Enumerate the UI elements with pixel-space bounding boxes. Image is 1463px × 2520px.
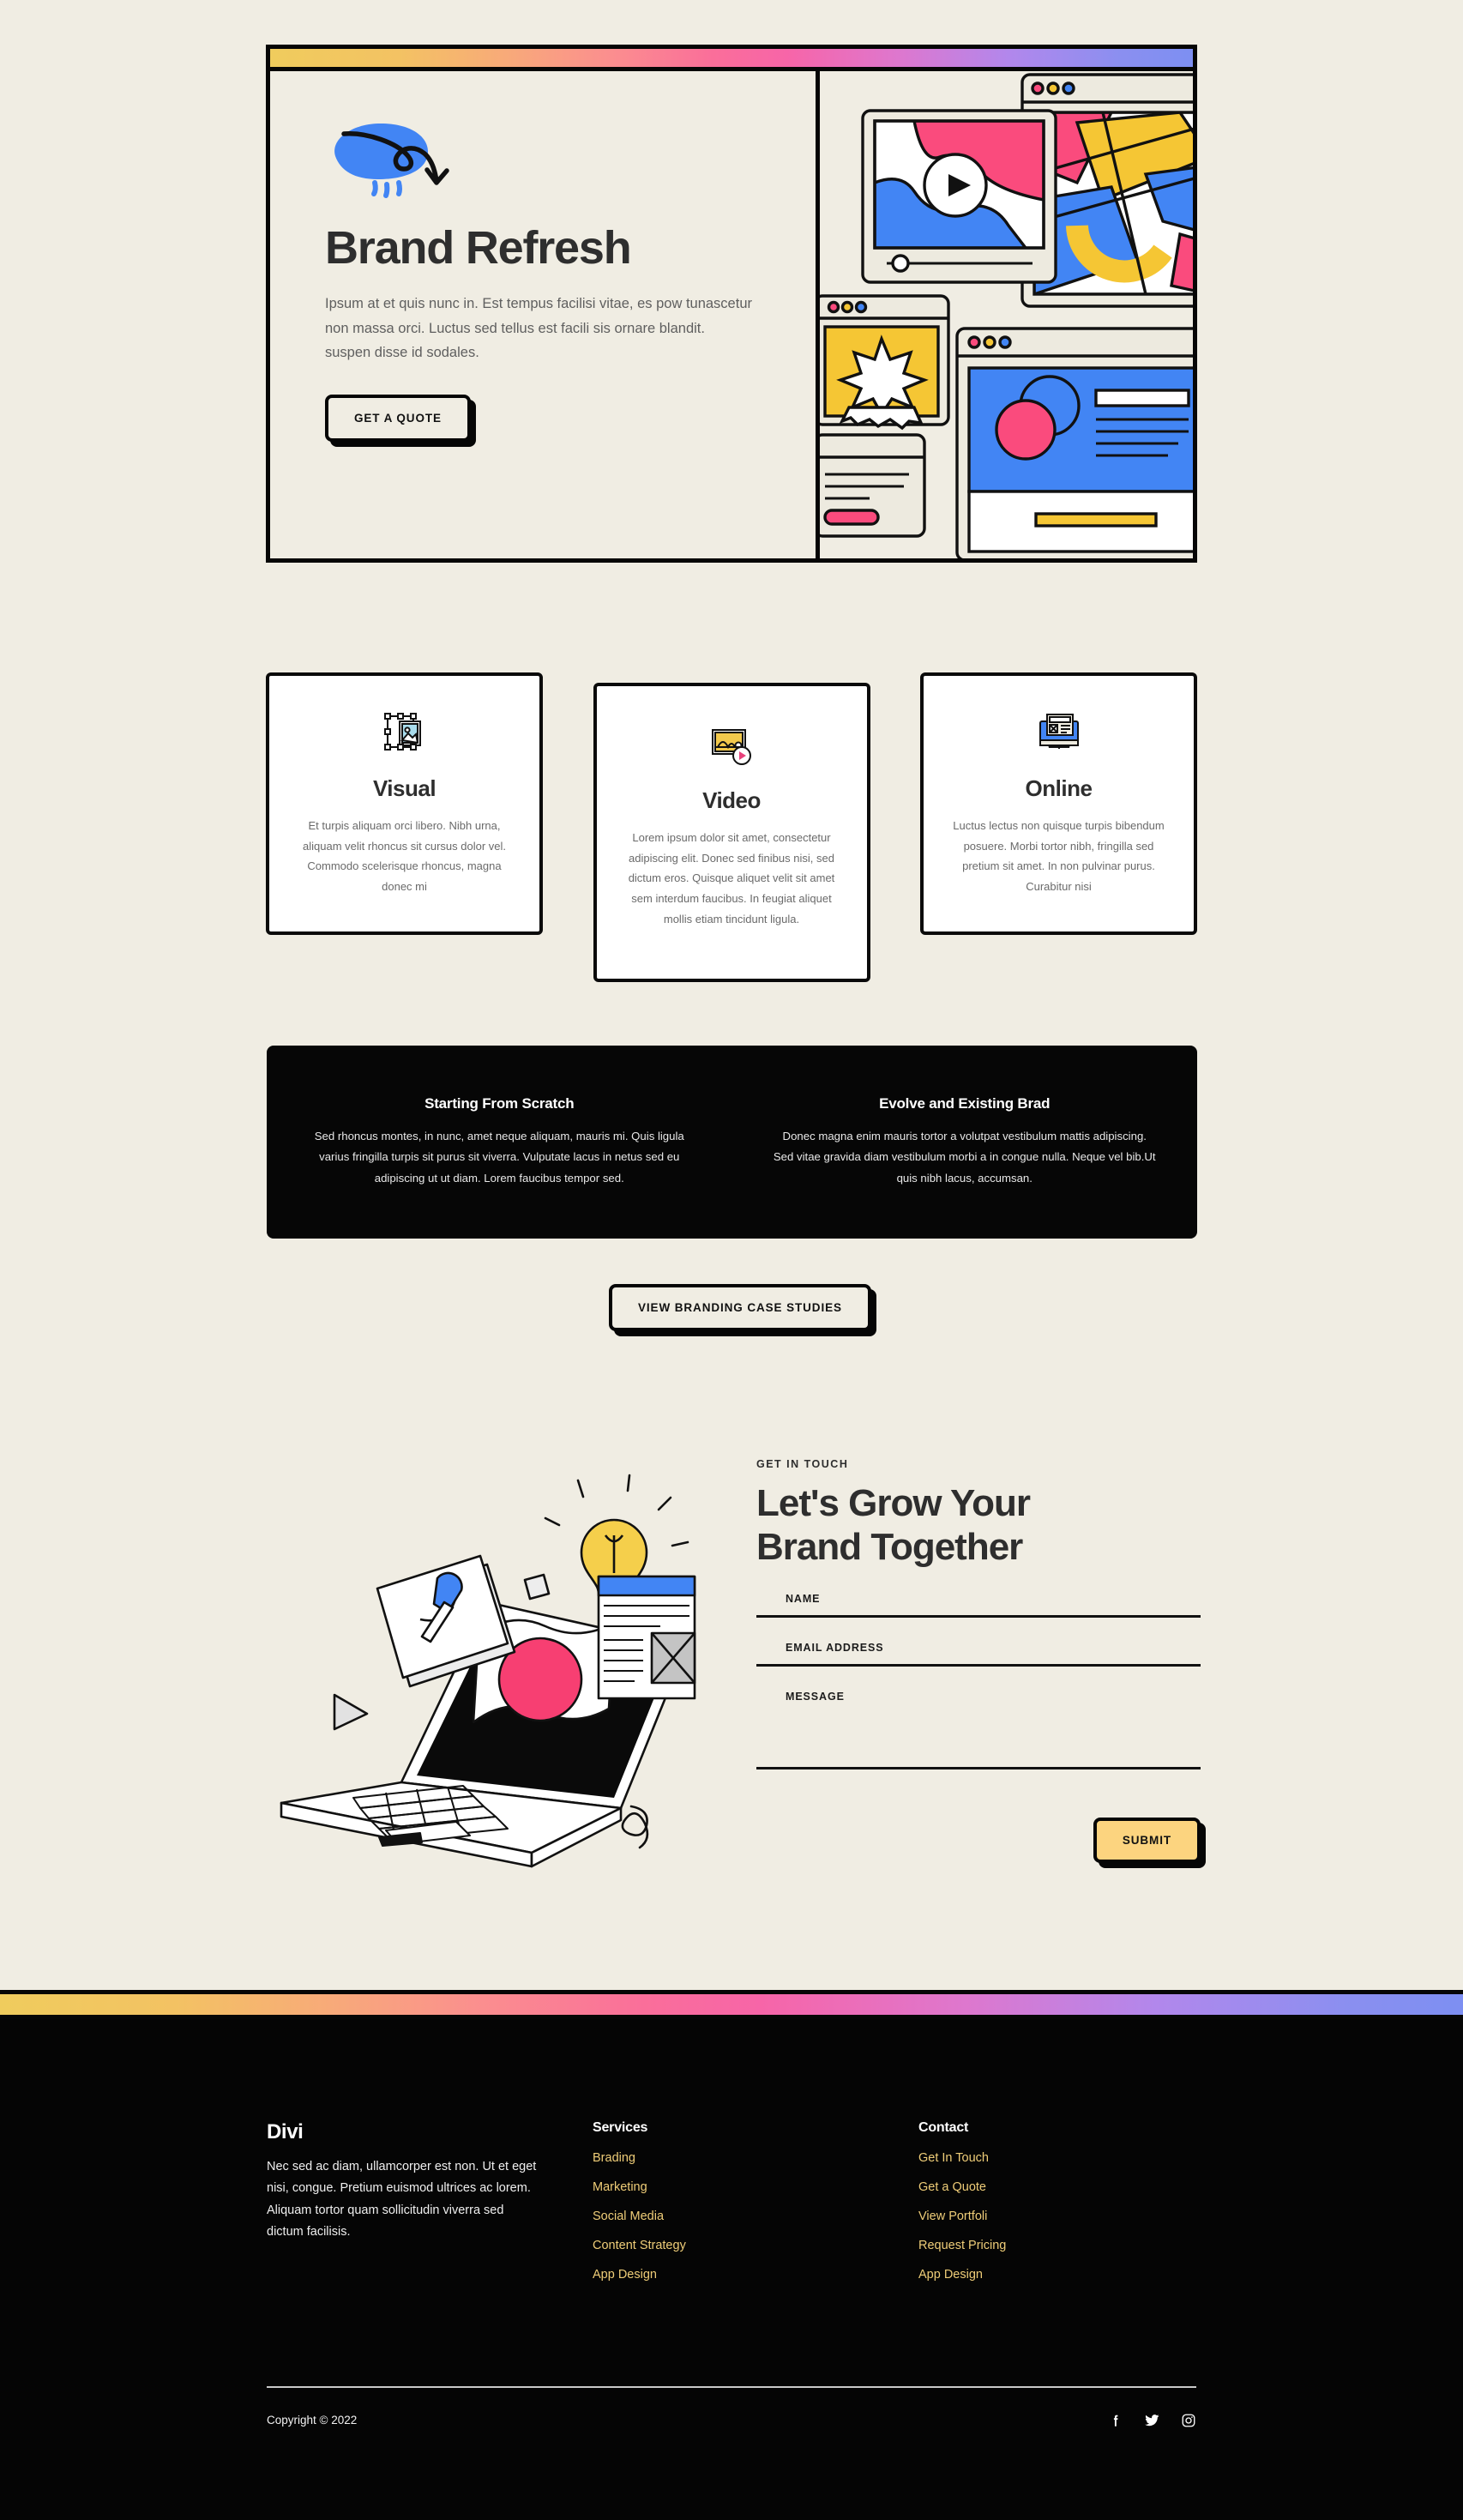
copyright-text: Copyright © 2022 [267,2414,358,2427]
panel-text: Donec magna enim mauris tortor a volutpa… [773,1129,1156,1185]
submit-row: SUBMIT [756,1788,1206,1869]
panel-column-scratch: Starting From Scratch Sed rhoncus montes… [267,1095,732,1189]
feature-card-visual[interactable]: Visual Et turpis aliquam orci libero. Ni… [266,672,543,935]
footer-column-title: Contact [918,2120,969,2135]
panel-column-evolve: Evolve and Existing Brad Donec magna eni… [732,1095,1198,1189]
desktop-monitor-icon [946,708,1171,758]
footer-column-services: Services Brading Marketing Social Media … [593,2120,918,2282]
footer-link-content-strategy[interactable]: Content Strategy [593,2239,918,2252]
hero-gradient-bar [270,49,1193,71]
contact-form: GET IN TOUCH Let's Grow Your Brand Toget… [720,1450,1206,1900]
card-title: Online [1025,775,1093,801]
email-field[interactable]: EMAIL ADDRESS [756,1638,1201,1667]
card-title: Video [702,787,761,813]
contact-eyebrow: GET IN TOUCH [756,1458,849,1470]
contact-title: Let's Grow Your Brand Together [756,1482,1201,1569]
footer-column-title: Services [593,2120,648,2135]
contact-section: GET IN TOUCH Let's Grow Your Brand Toget… [257,1450,1206,1900]
footer: Divi Nec sed ac diam, ullamcorper est no… [0,2019,1463,2520]
footer-columns: Divi Nec sed ac diam, ullamcorper est no… [267,2120,1196,2282]
footer-column-contact: Contact Get In Touch Get a Quote View Po… [918,2120,1244,2282]
panel-title: Starting From Scratch [424,1094,575,1112]
contact-title-line1: Let's Grow Your [756,1482,1031,1524]
get-a-quote-label[interactable]: GET A QUOTE [325,395,471,443]
footer-link-app-design[interactable]: App Design [593,2268,918,2282]
footer-link-get-in-touch[interactable]: Get In Touch [918,2151,1244,2165]
hero-frame: Brand Refresh Ipsum at et quis nunc in. … [266,45,1197,563]
submit-button[interactable]: SUBMIT [1093,1818,1206,1869]
comparison-panel: Starting From Scratch Sed rhoncus montes… [267,1046,1197,1239]
panel-title: Evolve and Existing Brad [879,1094,1051,1112]
instagram-icon[interactable] [1181,2413,1196,2428]
card-text: Luctus lectus non quisque turpis bibendu… [953,819,1165,893]
social-links [1108,2412,1196,2428]
case-studies-button-wrap: VIEW BRANDING CASE STUDIES [609,1255,876,1336]
footer-link-social-media[interactable]: Social Media [593,2210,918,2223]
footer-link-brading[interactable]: Brading [593,2151,918,2165]
facebook-icon[interactable] [1108,2413,1123,2428]
get-a-quote-button[interactable]: GET A QUOTE [325,395,476,448]
name-field-label: NAME [786,1593,821,1606]
footer-link-request-pricing[interactable]: Request Pricing [918,2239,1244,2252]
contact-illustration [257,1450,720,1900]
footer-about-text: Nec sed ac diam, ullamcorper est non. Ut… [267,2160,537,2240]
message-field[interactable]: MESSAGE [756,1687,1201,1770]
card-text: Lorem ipsum dolor sit amet, consectetur … [628,831,835,925]
blue-blob-arrow-icon [334,123,449,198]
contact-title-line2: Brand Together [756,1525,1023,1568]
browser-windows-collage-illustration [820,71,1193,558]
hero-paragraph: Ipsum at et quis nunc in. Est tempus fac… [325,295,752,361]
twitter-icon[interactable] [1144,2412,1160,2428]
image-frame-icon [292,708,517,758]
footer-link-app-design-contact[interactable]: App Design [918,2268,1244,2282]
footer-bottom: Copyright © 2022 [267,2412,1196,2428]
feature-card-online[interactable]: Online Luctus lectus non quisque turpis … [920,672,1197,935]
feature-card-video[interactable]: Video Lorem ipsum dolor sit amet, consec… [593,683,870,983]
footer-divider [267,2386,1196,2388]
view-case-studies-label[interactable]: VIEW BRANDING CASE STUDIES [609,1284,871,1331]
message-field-label: MESSAGE [786,1691,845,1703]
footer-about: Divi Nec sed ac diam, ullamcorper est no… [267,2120,593,2282]
panel-text: Sed rhoncus montes, in nunc, amet neque … [314,1129,684,1185]
footer-link-view-portfoli[interactable]: View Portfoli [918,2210,1244,2223]
card-text: Et turpis aliquam orci libero. Nibh urna… [303,819,506,893]
laptop-ideas-illustration [257,1450,720,1896]
submit-button-label[interactable]: SUBMIT [1093,1818,1201,1864]
name-field[interactable]: NAME [756,1589,1201,1619]
page-title: Brand Refresh [325,222,632,274]
footer-link-get-a-quote[interactable]: Get a Quote [918,2180,1244,2194]
footer-link-marketing[interactable]: Marketing [593,2180,918,2194]
email-field-label: EMAIL ADDRESS [786,1642,884,1655]
hero-body: Brand Refresh Ipsum at et quis nunc in. … [270,71,1193,558]
hero-left-column: Brand Refresh Ipsum at et quis nunc in. … [270,71,820,558]
feature-cards: Visual Et turpis aliquam orci libero. Ni… [266,672,1197,983]
footer-brand: Divi [267,2120,304,2143]
hero-section: Brand Refresh Ipsum at et quis nunc in. … [266,45,1197,563]
hero-illustration [820,71,1193,558]
view-case-studies-button[interactable]: VIEW BRANDING CASE STUDIES [609,1284,876,1336]
card-title: Visual [372,775,436,801]
footer-gradient-bar [0,1990,1463,2019]
video-play-icon [619,720,845,770]
